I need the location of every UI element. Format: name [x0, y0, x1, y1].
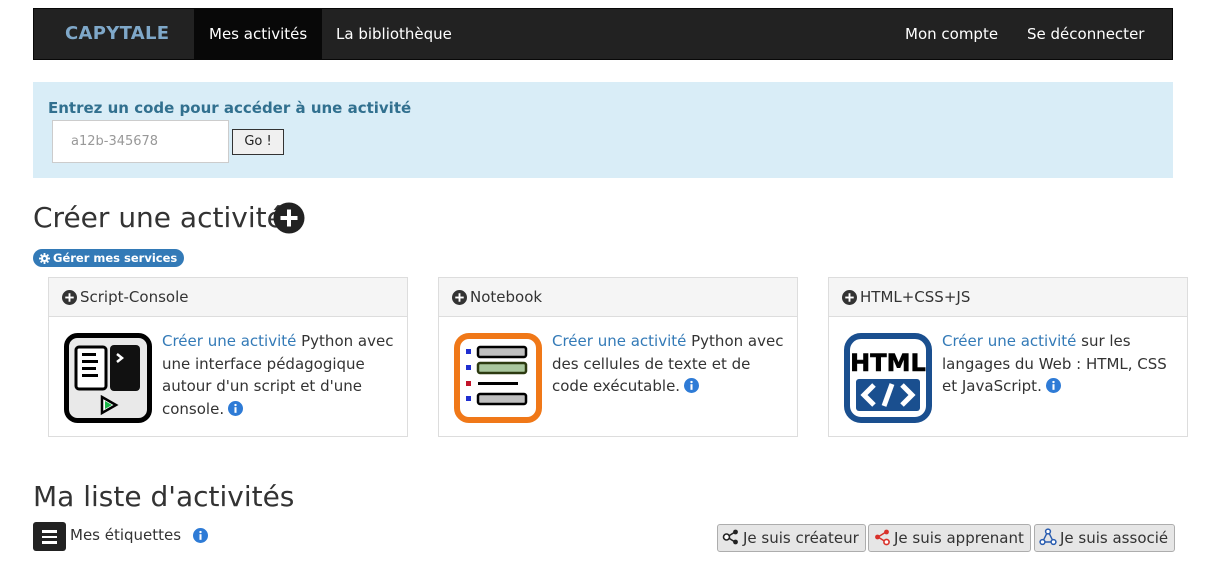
card-description: Créer une activité sur les langages du W…	[942, 332, 1167, 395]
card-header[interactable]: Script-Console	[49, 278, 407, 317]
network-triangle-icon	[1039, 528, 1057, 546]
tags-menu-button[interactable]	[33, 522, 66, 551]
brand-logo[interactable]: CAPYTALE	[65, 9, 169, 59]
role-associate-button[interactable]: Je suis associé	[1034, 524, 1176, 552]
card-header[interactable]: Notebook	[439, 278, 797, 317]
activity-code-panel: Entrez un code pour accéder à une activi…	[33, 82, 1173, 178]
nav-se-deconnecter[interactable]: Se déconnecter	[1012, 9, 1159, 59]
notebook-icon[interactable]	[454, 333, 542, 423]
code-label: Entrez un code pour accéder à une activi…	[48, 99, 412, 117]
activity-code-input[interactable]	[52, 120, 229, 163]
role-associate-label: Je suis associé	[1060, 529, 1169, 547]
plus-circle-icon[interactable]	[273, 202, 305, 234]
info-icon[interactable]	[228, 400, 244, 416]
card-header[interactable]: HTML+CSS+JS	[829, 278, 1187, 317]
script-console-icon[interactable]	[64, 333, 152, 423]
role-creator-button[interactable]: Je suis créateur	[717, 524, 866, 552]
nav-mon-compte[interactable]: Mon compte	[890, 9, 1013, 59]
role-creator-label: Je suis créateur	[743, 529, 859, 547]
plus-circle-icon	[62, 290, 77, 305]
tags-label: Mes étiquettes	[70, 526, 182, 544]
manage-services-label: Gérer mes services	[53, 251, 178, 265]
create-activity-link[interactable]: Créer une activité	[162, 332, 296, 350]
info-icon[interactable]	[1045, 378, 1061, 393]
card-description: Créer une activité Python avec des cellu…	[552, 332, 784, 395]
card-html-css-js: HTML+CSS+JS HTML Créer une activité sur …	[828, 277, 1188, 437]
plus-circle-icon	[842, 290, 857, 305]
svg-text:HTML: HTML	[850, 349, 926, 377]
card-title: HTML+CSS+JS	[860, 288, 971, 306]
role-learner-label: Je suis apprenant	[894, 529, 1024, 547]
card-notebook: Notebook Créer une activité Python avec …	[438, 277, 798, 437]
manage-services-badge[interactable]: Gérer mes services	[33, 249, 185, 267]
plus-circle-icon	[452, 290, 467, 305]
card-title: Notebook	[470, 288, 543, 306]
info-icon[interactable]	[193, 528, 208, 543]
card-title: Script-Console	[80, 288, 189, 306]
top-navbar: CAPYTALE Mes activités La bibliothèque M…	[33, 8, 1173, 60]
card-script-console: Script-Console Créer une activité Python…	[48, 277, 408, 437]
html-icon[interactable]: HTML	[844, 333, 932, 423]
share-nodes-icon	[722, 529, 738, 545]
go-button[interactable]: Go !	[232, 129, 284, 155]
create-activity-link[interactable]: Créer une activité	[552, 332, 686, 350]
create-activity-link[interactable]: Créer une activité	[942, 332, 1076, 350]
activity-list-heading: Ma liste d'activités	[33, 480, 295, 513]
gear-icon	[39, 253, 50, 264]
card-description: Créer une activité Python avec une inter…	[162, 332, 394, 418]
hamburger-icon	[42, 530, 57, 533]
info-icon[interactable]	[684, 378, 700, 393]
role-learner-button[interactable]: Je suis apprenant	[868, 524, 1031, 552]
create-activity-heading: Créer une activité	[33, 201, 284, 234]
share-nodes-red-icon	[875, 529, 890, 546]
nav-mes-activites[interactable]: Mes activités	[194, 9, 323, 59]
nav-bibliotheque[interactable]: La bibliothèque	[321, 9, 467, 59]
